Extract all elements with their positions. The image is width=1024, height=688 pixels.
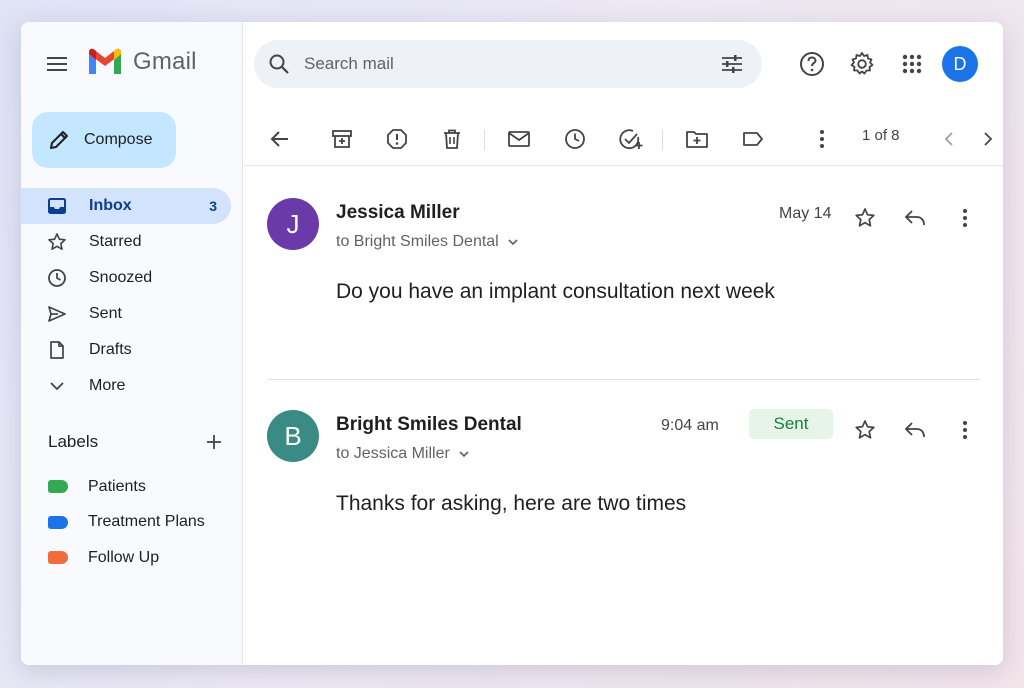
archive-icon[interactable] (327, 124, 357, 154)
sender-name: Jessica Miller (336, 202, 460, 223)
label-tag-icon (48, 551, 68, 565)
star-icon (47, 232, 67, 252)
menu-icon[interactable] (43, 52, 71, 76)
top-bar: D (244, 22, 1003, 104)
clock-icon (47, 268, 67, 288)
compose-button[interactable]: Compose (32, 112, 176, 168)
message-card: J Jessica Miller to Bright Smiles Dental… (267, 194, 980, 380)
chevron-down-icon (458, 449, 470, 459)
search-options-icon[interactable] (720, 52, 744, 76)
message-actions (830, 415, 980, 445)
nav-label-more: More (89, 377, 126, 394)
gmail-window: Gmail Compose Inbox 3 Starred Snoozed Se… (21, 22, 1003, 665)
gear-icon[interactable] (842, 44, 882, 84)
chevron-right-icon[interactable] (973, 124, 1003, 154)
app-name: Gmail (133, 48, 197, 75)
search-bar[interactable] (254, 40, 762, 88)
label-name: Patients (88, 477, 146, 495)
more-vert-icon[interactable] (950, 415, 980, 445)
add-task-icon[interactable] (616, 124, 646, 154)
nav-label-starred: Starred (89, 233, 142, 250)
message-time: 9:04 am (661, 417, 719, 434)
back-arrow-icon[interactable] (265, 124, 295, 154)
mark-unread-icon[interactable] (504, 124, 534, 154)
star-icon[interactable] (850, 415, 880, 445)
label-icon[interactable] (738, 124, 768, 154)
gmail-m-icon (87, 48, 123, 76)
nav-list: Inbox 3 Starred Snoozed Sent Drafts More (21, 188, 231, 404)
inbox-icon (47, 196, 67, 216)
delete-icon[interactable] (437, 124, 467, 154)
recipient-text: to Jessica Miller (336, 445, 450, 462)
apps-grid-icon[interactable] (892, 44, 932, 84)
label-name: Follow Up (88, 548, 160, 566)
report-spam-icon[interactable] (382, 124, 412, 154)
compose-label: Compose (84, 131, 153, 148)
nav-label-drafts: Drafts (89, 341, 132, 358)
move-to-folder-icon[interactable] (682, 124, 712, 154)
nav-item-more[interactable]: More (21, 368, 231, 404)
star-icon[interactable] (850, 203, 880, 233)
snooze-clock-icon[interactable] (560, 124, 590, 154)
nav-item-snoozed[interactable]: Snoozed (21, 260, 231, 296)
search-input[interactable] (304, 54, 694, 74)
more-vert-icon[interactable] (807, 124, 837, 154)
draft-icon (47, 340, 67, 360)
nav-item-inbox[interactable]: Inbox 3 (21, 188, 231, 224)
account-avatar[interactable]: D (942, 46, 978, 82)
gmail-logo[interactable]: Gmail (87, 48, 197, 76)
recipient-text: to Bright Smiles Dental (336, 233, 499, 250)
chevron-down-icon (47, 376, 67, 396)
recipient-line[interactable]: to Jessica Miller (336, 445, 470, 463)
nav-label-snoozed: Snoozed (89, 269, 153, 286)
label-item-follow-up[interactable]: Follow Up (48, 540, 205, 576)
nav-item-drafts[interactable]: Drafts (21, 332, 231, 368)
toolbar-divider (484, 130, 485, 150)
add-label-icon[interactable] (205, 433, 223, 451)
recipient-line[interactable]: to Bright Smiles Dental (336, 233, 519, 251)
inbox-count: 3 (209, 198, 217, 214)
label-name: Treatment Plans (88, 513, 205, 531)
labels-header: Labels (48, 430, 223, 454)
sender-avatar[interactable]: J (267, 198, 319, 250)
message-body: Thanks for asking, here are two times (336, 492, 687, 515)
nav-item-starred[interactable]: Starred (21, 224, 231, 260)
more-vert-icon[interactable] (950, 203, 980, 233)
message-toolbar: 1 of 8 (244, 110, 1003, 166)
nav-label-inbox: Inbox (89, 197, 132, 214)
chevron-down-icon (507, 237, 519, 247)
message-body: Do you have an implant consultation next… (336, 280, 775, 303)
chevron-left-icon[interactable] (934, 124, 964, 154)
nav-item-sent[interactable]: Sent (21, 296, 231, 332)
label-tag-icon (48, 515, 68, 529)
search-icon[interactable] (268, 53, 290, 75)
label-item-patients[interactable]: Patients (48, 469, 205, 505)
pager-text: 1 of 8 (862, 127, 900, 144)
label-item-treatment-plans[interactable]: Treatment Plans (48, 505, 205, 541)
message-date: May 14 (779, 205, 832, 222)
top-icons: D (792, 44, 978, 84)
nav-label-sent: Sent (89, 305, 122, 322)
sidebar: Gmail Compose Inbox 3 Starred Snoozed Se… (21, 22, 243, 665)
help-icon[interactable] (792, 44, 832, 84)
labels-title: Labels (48, 432, 99, 451)
sent-badge: Sent (749, 409, 833, 439)
reply-icon[interactable] (900, 203, 930, 233)
send-icon (47, 304, 67, 324)
toolbar-divider (662, 130, 663, 150)
pencil-icon (48, 129, 70, 151)
sender-avatar[interactable]: B (267, 410, 319, 462)
label-tag-icon (48, 480, 68, 494)
sender-name: Bright Smiles Dental (336, 414, 522, 435)
reply-icon[interactable] (900, 415, 930, 445)
message-actions (830, 203, 980, 233)
main-pane: D (244, 22, 1003, 665)
label-list: Patients Treatment Plans Follow Up (48, 469, 205, 576)
